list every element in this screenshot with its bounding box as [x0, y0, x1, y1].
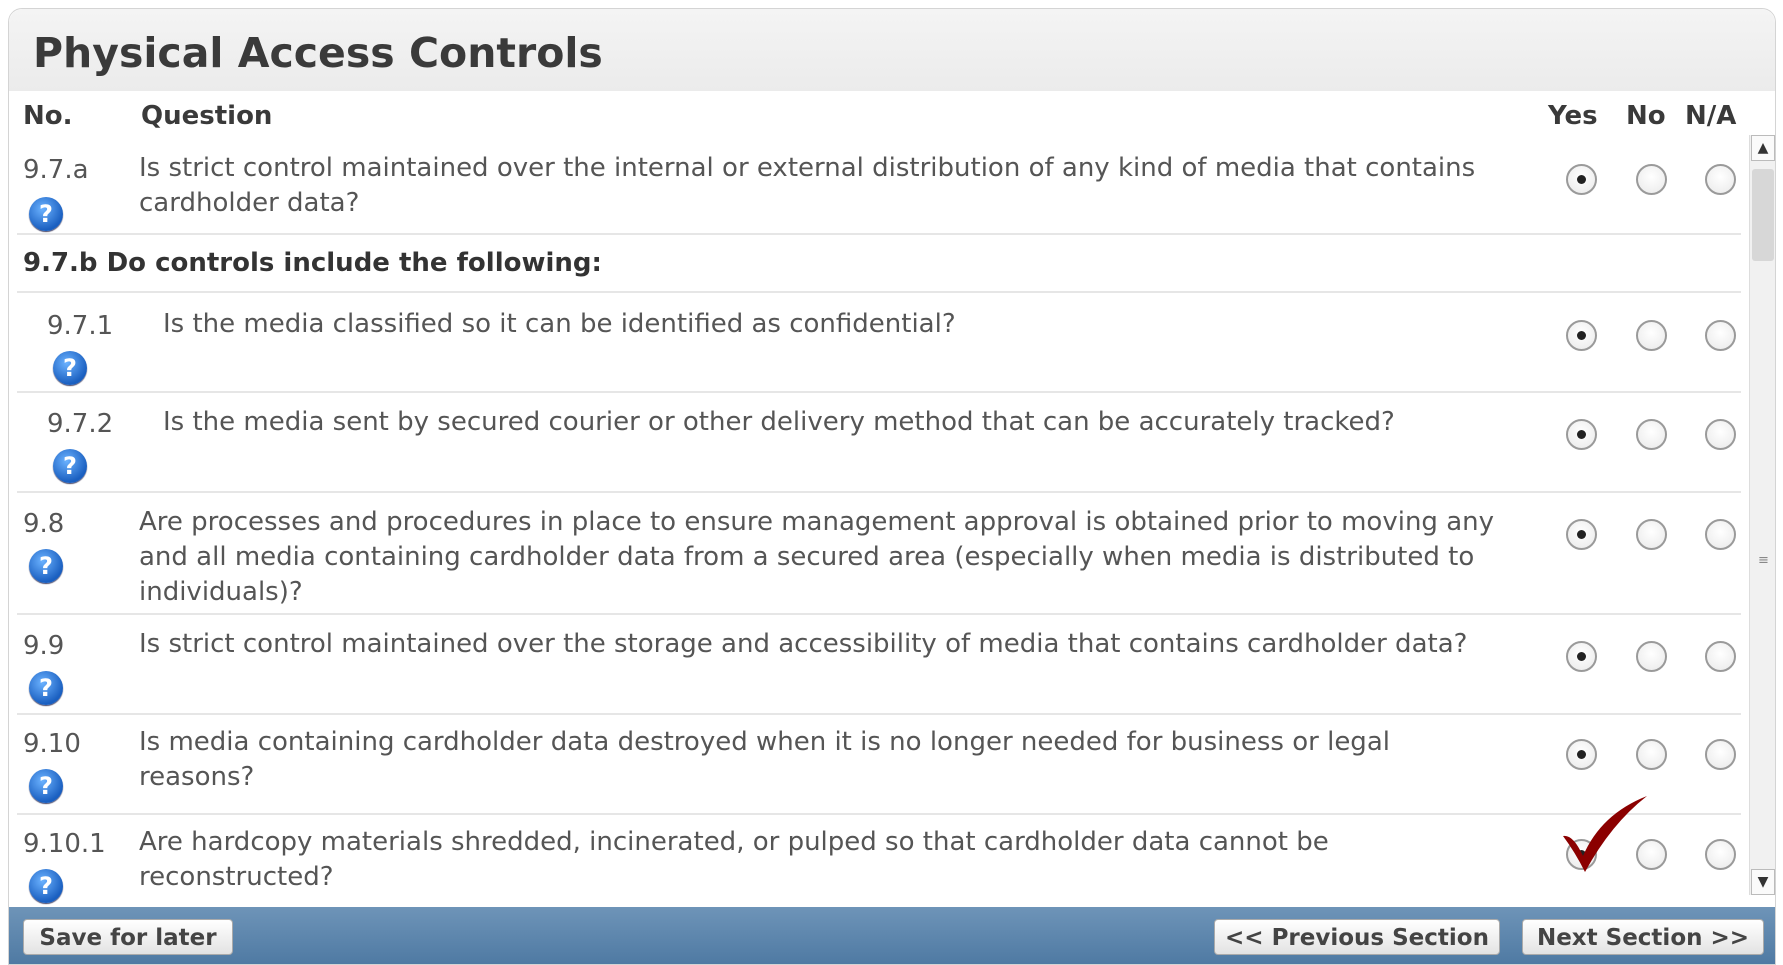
table-row: 9.10.1 ? Are hardcopy materials shredded…: [17, 815, 1741, 911]
scrollbar[interactable]: ▲ ≡ ▼: [1749, 135, 1775, 895]
question-line: reasons?: [139, 762, 255, 792]
question-line: Is media containing cardholder data dest…: [139, 727, 1390, 757]
scroll-up-button[interactable]: ▲: [1751, 135, 1775, 161]
question-number: 9.7.a: [23, 155, 89, 185]
radio-na[interactable]: [1705, 164, 1736, 195]
radio-na[interactable]: [1705, 739, 1736, 770]
physical-access-controls-panel: Physical Access Controls No. Question Ye…: [8, 8, 1776, 965]
table-row: 9.9 ? Is strict control maintained over …: [17, 615, 1741, 715]
question-number: 9.7.2: [47, 409, 114, 439]
scrollbar-grip-icon: ≡: [1758, 553, 1769, 568]
radio-no[interactable]: [1636, 641, 1667, 672]
question-text: Is media containing cardholder data dest…: [139, 725, 1390, 795]
question-text: Are processes and procedures in place to…: [139, 505, 1494, 610]
radio-yes[interactable]: [1566, 519, 1597, 550]
question-number: 9.10: [23, 729, 81, 759]
question-line: Is strict control maintained over the in…: [139, 153, 1476, 183]
footer-bar: Save for later << Previous Section Next …: [9, 907, 1775, 964]
radio-no[interactable]: [1636, 519, 1667, 550]
radio-no[interactable]: [1636, 320, 1667, 351]
previous-section-button[interactable]: << Previous Section: [1214, 919, 1500, 955]
help-icon[interactable]: ?: [53, 351, 87, 385]
radio-selected-dot: [1577, 530, 1586, 539]
question-number: 9.10.1: [23, 829, 106, 859]
header-no: No.: [23, 101, 73, 131]
radio-selected-dot: [1577, 331, 1586, 340]
radio-yes[interactable]: [1566, 419, 1597, 450]
question-line: Are hardcopy materials shredded, inciner…: [139, 827, 1329, 857]
question-number: 9.9: [23, 631, 65, 661]
scrollbar-thumb[interactable]: [1752, 169, 1774, 261]
radio-selected-dot: [1577, 652, 1586, 661]
radio-yes[interactable]: [1566, 320, 1597, 351]
group-label: 9.7.b Do controls include the following:: [23, 248, 602, 278]
radio-selected-dot: [1577, 175, 1586, 184]
group-row: 9.7.b Do controls include the following:: [17, 235, 1741, 293]
title-bar: Physical Access Controls: [9, 9, 1775, 91]
question-number: 9.8: [23, 509, 65, 539]
help-icon[interactable]: ?: [53, 449, 87, 483]
radio-na[interactable]: [1705, 419, 1736, 450]
help-icon[interactable]: ?: [29, 869, 63, 903]
save-for-later-button[interactable]: Save for later: [23, 919, 233, 955]
radio-yes[interactable]: [1566, 164, 1597, 195]
radio-no[interactable]: [1636, 419, 1667, 450]
radio-no[interactable]: [1636, 164, 1667, 195]
question-line: cardholder data?: [139, 188, 360, 218]
radio-selected-dot: [1577, 750, 1586, 759]
table-row: 9.7.a ? Is strict control maintained ove…: [17, 135, 1741, 235]
header-yes: Yes: [1548, 101, 1598, 131]
radio-yes[interactable]: [1566, 739, 1597, 770]
radio-na[interactable]: [1705, 839, 1736, 870]
question-line: reconstructed?: [139, 862, 334, 892]
table-row: 9.7.2 ? Is the media sent by secured cou…: [17, 393, 1741, 493]
header-no-option: No: [1626, 101, 1666, 131]
question-text: Are hardcopy materials shredded, inciner…: [139, 825, 1329, 895]
next-section-button[interactable]: Next Section >>: [1522, 919, 1764, 955]
scroll-down-button[interactable]: ▼: [1751, 869, 1775, 895]
help-icon[interactable]: ?: [29, 671, 63, 705]
radio-yes[interactable]: [1566, 641, 1597, 672]
help-icon[interactable]: ?: [29, 769, 63, 803]
table-row: 9.8 ? Are processes and procedures in pl…: [17, 493, 1741, 615]
table-row: 9.7.1 ? Is the media classified so it ca…: [17, 293, 1741, 393]
checkmark-icon: [1563, 796, 1647, 872]
radio-selected-dot: [1577, 430, 1586, 439]
radio-na[interactable]: [1705, 320, 1736, 351]
help-icon[interactable]: ?: [29, 197, 63, 231]
question-line: individuals)?: [139, 577, 303, 607]
header-na: N/A: [1685, 101, 1737, 131]
help-icon[interactable]: ?: [29, 549, 63, 583]
question-text: Is strict control maintained over the in…: [139, 151, 1475, 221]
question-number: 9.7.1: [47, 311, 114, 341]
question-text: Is the media classified so it can be ide…: [163, 309, 956, 339]
question-line: Are processes and procedures in place to…: [139, 507, 1494, 537]
question-text: Is strict control maintained over the st…: [139, 629, 1468, 659]
radio-na[interactable]: [1705, 519, 1736, 550]
question-text: Is the media sent by secured courier or …: [163, 407, 1395, 437]
question-line: and all media containing cardholder data…: [139, 542, 1475, 572]
radio-na[interactable]: [1705, 641, 1736, 672]
table-row: 9.10 ? Is media containing cardholder da…: [17, 715, 1741, 815]
page-title: Physical Access Controls: [33, 29, 603, 77]
header-question: Question: [141, 101, 273, 131]
radio-no[interactable]: [1636, 739, 1667, 770]
